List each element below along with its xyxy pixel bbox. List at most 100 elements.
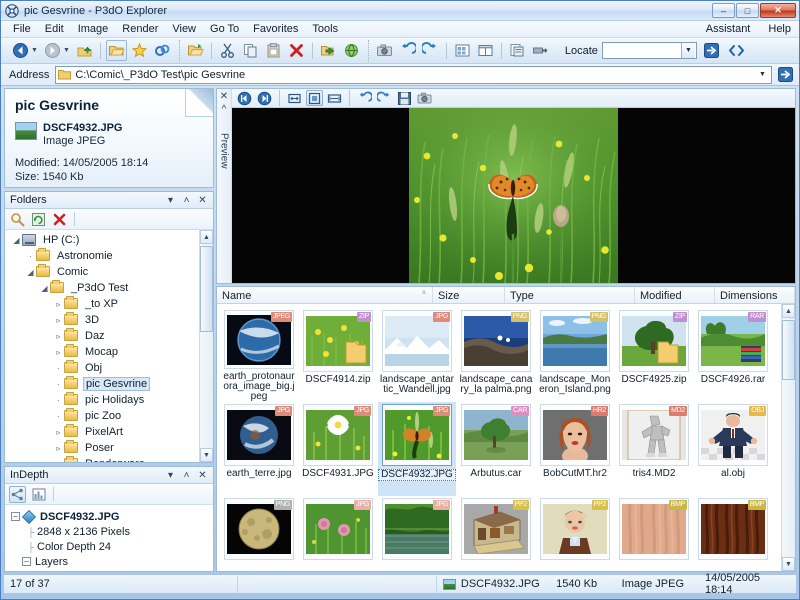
file-thumbnail[interactable]: PNG — [224, 498, 294, 560]
file-item[interactable]: JPGDSCF4932.JPG — [378, 402, 456, 496]
file-thumbnail[interactable]: OBJ — [698, 404, 768, 466]
tree-node[interactable]: ▹_to XP — [7, 296, 213, 312]
tree-expander-icon[interactable]: ▹ — [53, 428, 64, 437]
rotate-right-icon[interactable] — [376, 90, 393, 106]
export-icon[interactable] — [318, 40, 339, 61]
column-header[interactable]: Type — [505, 287, 635, 303]
file-item[interactable]: PNG — [220, 496, 298, 571]
delete-folder-icon[interactable] — [51, 211, 68, 228]
tree-node[interactable]: ·pic Zoo — [7, 408, 213, 424]
file-item[interactable]: OBJal.obj — [694, 402, 772, 496]
tree-node[interactable]: ·Obj — [7, 360, 213, 376]
split-view-icon[interactable] — [475, 40, 496, 61]
forward-icon[interactable] — [42, 40, 63, 61]
menu-assistant[interactable]: Assistant — [704, 22, 753, 36]
forward-dropdown-icon[interactable]: ▼ — [63, 47, 70, 54]
indepth-close-button[interactable]: ✕ — [198, 470, 207, 481]
batch-icon[interactable] — [530, 40, 551, 61]
tree-expander-icon[interactable]: ▹ — [53, 460, 64, 463]
open-icon[interactable] — [185, 40, 206, 61]
tree-expander-icon[interactable]: ◢ — [25, 268, 36, 277]
locate-input[interactable]: ▼ — [602, 42, 697, 59]
paste-icon[interactable] — [263, 40, 284, 61]
file-item[interactable]: JPG — [378, 496, 456, 571]
file-item[interactable]: HR2BobCutMT.hr2 — [536, 402, 614, 496]
rotate-left-icon[interactable] — [356, 90, 373, 106]
copy-icon[interactable] — [240, 40, 261, 61]
file-item[interactable]: PP2 — [457, 496, 535, 571]
file-item[interactable]: CARArbutus.car — [457, 402, 535, 496]
menu-go-to[interactable]: Go To — [203, 22, 246, 36]
indepth-rgb-node[interactable]: + ✓ RGB — [11, 569, 209, 571]
file-item[interactable]: PNGlandscape_Moneron_Island.png — [536, 308, 614, 402]
file-thumbnail[interactable]: JPG — [224, 404, 294, 466]
minimize-button[interactable]: – — [712, 3, 735, 18]
menu-render[interactable]: Render — [115, 22, 165, 36]
file-thumbnail[interactable]: JPEG — [224, 310, 294, 369]
menu-tools[interactable]: Tools — [305, 22, 345, 36]
file-thumbnail[interactable]: PNG — [461, 310, 531, 372]
file-item[interactable]: JPGlandscape_antartic_Wandell.jpg — [378, 308, 456, 402]
indepth-layers-node[interactable]: – Layers — [11, 554, 209, 569]
back-dropdown-icon[interactable]: ▼ — [31, 47, 38, 54]
actual-size-icon[interactable] — [326, 90, 343, 106]
address-dropdown-icon[interactable]: ▼ — [755, 67, 770, 83]
last-image-icon[interactable] — [256, 90, 273, 106]
tree-expander-icon[interactable]: ◢ — [11, 236, 22, 245]
menu-help[interactable]: Help — [766, 22, 793, 36]
menu-file[interactable]: File — [6, 22, 38, 36]
locate-go-icon[interactable] — [701, 40, 722, 61]
share-icon[interactable] — [9, 486, 26, 503]
file-item[interactable]: JPGDSCF4931.JPG — [299, 402, 377, 496]
menu-view[interactable]: View — [165, 22, 203, 36]
tree-node[interactable]: ◢Comic — [7, 264, 213, 280]
file-item[interactable]: BMP — [694, 496, 772, 571]
tree-node[interactable]: ·pic Holidays — [7, 392, 213, 408]
address-go-icon[interactable] — [776, 66, 795, 84]
file-thumbnail[interactable]: JPG — [382, 310, 452, 372]
menu-image[interactable]: Image — [71, 22, 116, 36]
file-item[interactable]: BMP — [615, 496, 693, 571]
delete-icon[interactable] — [286, 40, 307, 61]
refresh-icon[interactable] — [152, 40, 173, 61]
column-header[interactable]: Name˄ — [217, 287, 433, 303]
file-item[interactable]: JPGearth_terre.jpg — [220, 402, 298, 496]
folder-tree-scrollbar[interactable]: ▲ ▼ — [199, 230, 213, 462]
first-image-icon[interactable] — [236, 90, 253, 106]
preview-collapse-icon[interactable]: ^ — [220, 104, 229, 115]
tree-node[interactable]: ▹Poser — [7, 440, 213, 456]
file-thumbnail[interactable]: BMP — [619, 498, 689, 560]
maximize-button[interactable]: □ — [736, 3, 759, 18]
locate-dropdown-icon[interactable]: ▼ — [681, 43, 695, 58]
file-thumbnail[interactable]: JPG — [303, 498, 373, 560]
collapse-box-icon[interactable]: – — [22, 557, 31, 566]
scroll-down-arrow[interactable]: ▼ — [200, 448, 213, 462]
file-item[interactable]: ZIPDSCF4925.zip — [615, 308, 693, 402]
folder-tree[interactable]: ▲ ▼ ◢HP (C:)·Astronomie◢Comic◢_P3dO Test… — [5, 230, 213, 462]
scroll-up-arrow[interactable]: ▲ — [782, 304, 795, 318]
address-input[interactable]: C:\Comic\_P3dO Test\pic Gesvrine ▼ — [55, 66, 772, 84]
file-thumbnail[interactable]: CAR — [461, 404, 531, 466]
tree-expander-icon[interactable]: ▹ — [53, 444, 64, 453]
folders-menu-button[interactable]: ▾ — [166, 195, 175, 206]
column-header[interactable]: Size — [433, 287, 505, 303]
code-icon[interactable] — [726, 40, 747, 61]
file-item[interactable]: ZIPDSCF4914.zip — [299, 308, 377, 402]
tree-expander-icon[interactable]: ◢ — [39, 284, 50, 293]
save-icon[interactable] — [396, 90, 413, 106]
file-list-scrollbar[interactable]: ▲ ▼ — [781, 304, 795, 571]
file-thumbnail[interactable]: HR2 — [540, 404, 610, 466]
file-thumbnail[interactable]: JPG — [303, 404, 373, 466]
up-folder-icon[interactable] — [74, 40, 95, 61]
thumbnails-view-icon[interactable] — [452, 40, 473, 61]
fit-page-icon[interactable] — [306, 90, 323, 106]
tree-node[interactable]: ·pic Gesvrine — [7, 376, 213, 392]
file-thumbnail[interactable]: JPG — [382, 498, 452, 560]
menu-edit[interactable]: Edit — [38, 22, 71, 36]
tree-node[interactable]: ·Astronomie — [7, 248, 213, 264]
scroll-down-arrow[interactable]: ▼ — [782, 557, 795, 571]
tree-node[interactable]: ◢HP (C:) — [7, 232, 213, 248]
camera-icon[interactable] — [374, 40, 395, 61]
tree-node[interactable]: ▹Renderware — [7, 456, 213, 462]
file-item[interactable]: RARDSCF4926.rar — [694, 308, 772, 402]
